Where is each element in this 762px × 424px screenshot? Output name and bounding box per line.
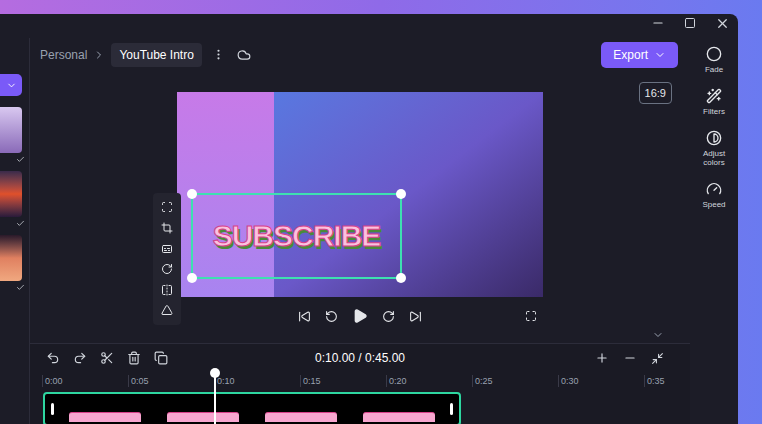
editor-window: Personal YouTube Intro Export 16:9 SUBSCRIBE… [0, 14, 738, 424]
property-button[interactable]: Filters [690, 88, 738, 116]
tool-icon[interactable] [161, 304, 173, 316]
chevron-down-icon [654, 49, 666, 61]
ruler-tick: 0:30 [558, 375, 644, 387]
media-item[interactable] [0, 107, 29, 165]
property-button[interactable]: Speed [690, 181, 738, 209]
property-button[interactable]: Fade [690, 46, 738, 74]
subscribe-sticker[interactable]: SUBSCRIBE [191, 193, 402, 279]
title-bar [0, 14, 738, 38]
breadcrumb-item[interactable]: Personal [40, 46, 87, 64]
ruler-tick: 0:25 [472, 375, 558, 387]
redo-icon[interactable] [73, 351, 87, 365]
floating-toolbar [153, 193, 181, 325]
ruler-tick: 0:15 [300, 375, 386, 387]
split-icon[interactable] [100, 351, 114, 365]
play-icon[interactable] [352, 308, 368, 324]
check-icon [16, 155, 25, 164]
clip-thumbnail [58, 394, 152, 424]
media-sidebar [0, 38, 30, 424]
tool-icon[interactable] [161, 243, 173, 255]
ruler-tick: 0:35 [644, 375, 730, 387]
maximize-icon[interactable] [684, 17, 696, 29]
export-button[interactable]: Export [601, 42, 678, 68]
body: Personal YouTube Intro Export 16:9 SUBSCRIBE… [0, 38, 738, 424]
chevron-right-icon [93, 49, 105, 61]
delete-icon[interactable] [127, 351, 141, 365]
clip-thumbnail [352, 394, 446, 424]
check-icon [16, 219, 25, 228]
tool-icon[interactable] [161, 284, 173, 296]
media-thumbnail [0, 107, 22, 153]
more-icon[interactable] [212, 48, 225, 61]
playhead[interactable] [214, 372, 216, 424]
minimize-icon[interactable] [651, 16, 665, 30]
ruler-tick: 0:00 [42, 375, 128, 387]
video-clip[interactable] [43, 392, 461, 424]
clip-thumbnail [254, 394, 348, 424]
timeline: 0:10.00 / 0:45.00 0:000:050:100:150:200:2… [30, 343, 690, 424]
media-thumbnail [0, 171, 22, 217]
playback-controls [177, 303, 543, 329]
property-icon [706, 181, 722, 197]
tool-icon[interactable] [161, 201, 173, 213]
breadcrumb-item[interactable]: YouTube Intro [111, 43, 202, 67]
undo-icon[interactable] [46, 351, 60, 365]
cloud-saved-icon [237, 48, 251, 62]
video-preview: SUBSCRIBE [177, 92, 543, 297]
right-panel: Fade Filters Adjust colors Speed [690, 38, 738, 424]
property-icon [706, 46, 722, 62]
media-item[interactable] [0, 235, 29, 293]
timeline-toolbar: 0:10.00 / 0:45.00 [30, 344, 690, 372]
ruler-tick: 0:20 [386, 375, 472, 387]
top-bar: Personal YouTube Intro Export [30, 38, 690, 72]
ruler: 0:000:050:100:150:200:250:300:35 [30, 372, 690, 390]
add-media-button[interactable] [0, 74, 22, 96]
clip-thumbnail [156, 394, 250, 424]
zoom-in-icon[interactable] [595, 351, 609, 365]
media-thumbnail [0, 235, 22, 281]
duplicate-icon[interactable] [154, 351, 168, 365]
aspect-ratio-badge[interactable]: 16:9 [639, 82, 672, 105]
fullscreen-icon[interactable] [525, 310, 537, 322]
preview-area: 16:9 SUBSCRIBE [30, 72, 690, 303]
check-icon [16, 283, 25, 292]
tool-icon[interactable] [161, 222, 173, 234]
ruler-tick: 0:05 [128, 375, 214, 387]
collapse-icon[interactable] [652, 329, 664, 341]
rewind-icon[interactable] [325, 310, 338, 323]
skip-forward-icon[interactable] [409, 310, 422, 323]
timecode: 0:10.00 / 0:45.00 [315, 349, 405, 367]
forward-icon[interactable] [382, 310, 395, 323]
property-icon [706, 88, 722, 104]
fit-icon[interactable] [651, 352, 664, 365]
skip-back-icon[interactable] [298, 310, 311, 323]
track [30, 390, 690, 424]
main-area: Personal YouTube Intro Export 16:9 SUBSCRIBE… [30, 38, 690, 424]
property-icon [706, 130, 722, 146]
media-item[interactable] [0, 171, 29, 229]
close-icon[interactable] [715, 16, 730, 31]
property-button[interactable]: Adjust colors [690, 130, 738, 167]
tool-icon[interactable] [161, 263, 173, 275]
desktop: Personal YouTube Intro Export 16:9 SUBSCRIBE… [0, 0, 762, 424]
ruler-tick: 0:10 [214, 375, 300, 387]
chevron-down-icon [6, 80, 17, 91]
zoom-out-icon[interactable] [623, 351, 637, 365]
